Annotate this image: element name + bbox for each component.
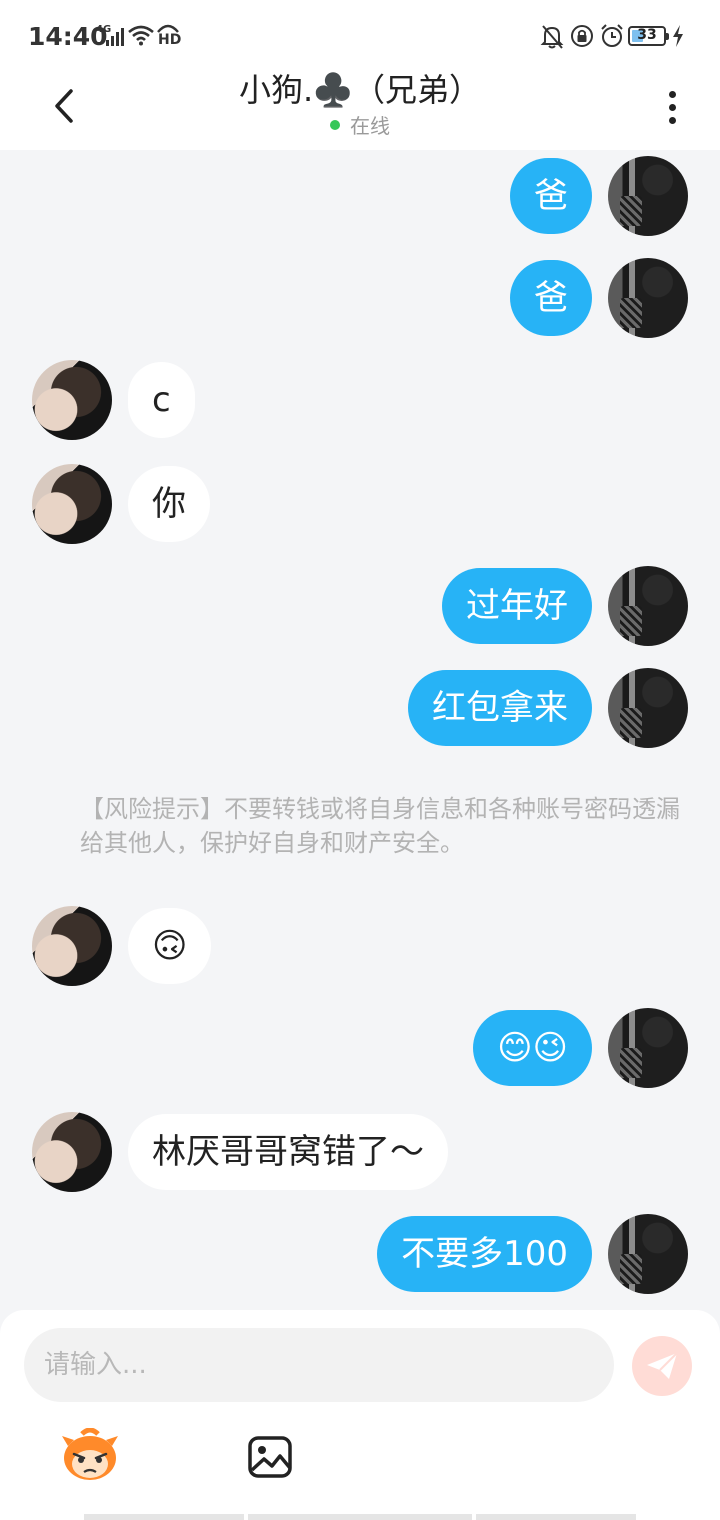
risk-notice: 【风险提示】不要转钱或将自身信息和各种账号密码透漏给其他人，保护好自身和财产安全… xyxy=(80,795,680,857)
message-row-received: 林厌哥哥窝错了～ xyxy=(0,1110,720,1192)
bottom-tab-indicator xyxy=(84,1514,636,1520)
message-row-sent: 爸 xyxy=(0,256,720,338)
input-area xyxy=(0,1310,720,1520)
lock-icon xyxy=(571,25,593,47)
my-avatar[interactable] xyxy=(608,566,688,646)
message-row-sent: 😊😉 xyxy=(0,1006,720,1088)
online-status: 在线 xyxy=(0,110,720,139)
message-bubble-sent[interactable]: 红包拿来 xyxy=(408,670,592,746)
message-row-received: 你 xyxy=(0,462,720,544)
message-bubble-sent[interactable]: 爸 xyxy=(510,158,592,234)
message-row-sent: 过年好 xyxy=(0,564,720,646)
message-bubble-received[interactable]: 🙃 xyxy=(128,908,212,984)
send-icon xyxy=(647,1352,678,1379)
send-button[interactable] xyxy=(632,1336,692,1396)
message-row-received: 🙃 xyxy=(0,904,720,986)
wifi-icon xyxy=(128,25,154,46)
message-input[interactable] xyxy=(24,1328,614,1402)
contact-name: 小狗.♣️（兄弟） xyxy=(238,71,482,109)
message-row-received: c xyxy=(0,358,720,440)
online-status-label: 在线 xyxy=(350,114,390,138)
contact-avatar[interactable] xyxy=(32,906,112,986)
chat-header: 小狗.♣️（兄弟） 在线 xyxy=(0,72,720,150)
image-picker-icon xyxy=(248,1436,292,1478)
battery-icon: 33 xyxy=(628,26,669,46)
message-bubble-received[interactable]: c xyxy=(128,362,195,438)
mascot-sticker-button[interactable] xyxy=(60,1427,120,1484)
message-bubble-sent[interactable]: 😊😉 xyxy=(473,1010,592,1086)
mascot-sticker-icon xyxy=(62,1427,118,1480)
message-bubble-sent[interactable]: 爸 xyxy=(510,260,592,336)
my-avatar[interactable] xyxy=(608,668,688,748)
battery-level: 33 xyxy=(637,27,657,43)
message-row-sent: 红包拿来 xyxy=(0,666,720,748)
my-avatar[interactable] xyxy=(608,1008,688,1088)
contact-avatar[interactable] xyxy=(32,360,112,440)
message-bubble-sent[interactable]: 不要多100 xyxy=(377,1216,592,1292)
message-list[interactable]: 爸 爸 c 你 过年好 红包拿来 【风险提示】不要转钱或将自身信息和各种账号密码… xyxy=(0,150,720,1310)
charging-icon xyxy=(673,25,683,47)
more-icon xyxy=(668,90,676,98)
my-avatar[interactable] xyxy=(608,1214,688,1294)
image-picker-button[interactable] xyxy=(244,1434,296,1480)
message-bubble-sent[interactable]: 过年好 xyxy=(442,568,592,644)
bell-off-icon xyxy=(540,25,564,49)
my-avatar[interactable] xyxy=(608,156,688,236)
my-avatar[interactable] xyxy=(608,258,688,338)
message-bubble-received[interactable]: 你 xyxy=(128,466,210,542)
message-bubble-received[interactable]: 林厌哥哥窝错了～ xyxy=(128,1114,448,1190)
alarm-icon xyxy=(601,24,623,47)
contact-avatar[interactable] xyxy=(32,1112,112,1192)
hd-label: HD xyxy=(158,32,182,48)
contact-avatar[interactable] xyxy=(32,464,112,544)
message-row-sent: 爸 xyxy=(0,154,720,236)
online-dot xyxy=(330,120,340,130)
status-bar: 14:40 4G HD 33 xyxy=(0,0,720,72)
message-row-sent: 不要多100 xyxy=(0,1212,720,1294)
more-options-button[interactable] xyxy=(652,82,692,132)
